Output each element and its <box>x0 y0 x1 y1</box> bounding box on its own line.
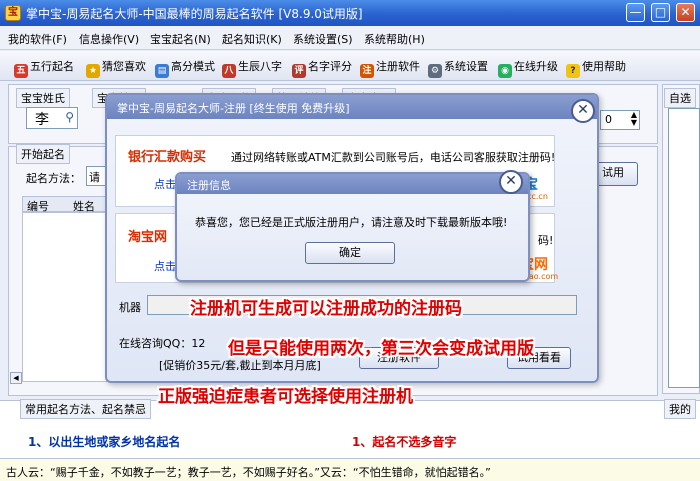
price-note: [促销价35元/套,截止到本月月底] <box>159 359 321 372</box>
minimize-button[interactable]: — <box>626 3 645 22</box>
toolbar: 五五行起名 ★ 猜您喜欢 ▤ 高分模式 八生辰八字 评名字评分 注注册软件 ⚙ 系统设… <box>0 51 700 81</box>
scroll-left-icon[interactable]: ◀ <box>10 372 22 384</box>
bank-text: 通过网络转账或ATM汇款到公司账号后，电话公司客服获取注册码! <box>231 151 556 164</box>
title-bar: 宝 掌中宝-周易起名大师-中国最棒的周易起名软件 [V8.9.0试用版] — □… <box>0 0 700 26</box>
tool-guess-like[interactable]: ★ 猜您喜欢 <box>86 58 146 78</box>
tool-high-score[interactable]: ▤ 高分模式 <box>155 58 215 78</box>
tool-label: 在线升级 <box>514 60 558 73</box>
qq-label: 在线咨询QQ：12 <box>119 335 205 351</box>
tool-online-upgrade[interactable]: ◉ 在线升级 <box>498 58 558 78</box>
overlay-line-3: 正版强迫症患者可选择使用注册机 <box>158 387 413 407</box>
tool-five-elements[interactable]: 五五行起名 <box>14 58 74 78</box>
tip-right: 1、起名不选多音字 <box>352 435 457 449</box>
time-value: 0 <box>605 113 612 126</box>
tool-register[interactable]: 注注册软件 <box>360 58 420 78</box>
side-label: 自选 <box>664 88 696 108</box>
taobao-title: 淘宝网 <box>128 230 168 245</box>
surname-value: 李 <box>35 112 49 128</box>
tool-name-score[interactable]: 评名字评分 <box>292 58 352 78</box>
app-icon: 宝 <box>5 5 21 21</box>
search-icon[interactable]: ⚲ <box>65 110 74 124</box>
machine-label: 机器 <box>119 301 141 314</box>
menu-system-help[interactable]: 系统帮助(H) <box>364 31 425 47</box>
register-icon: 注 <box>360 64 374 78</box>
qq-value: 12 <box>191 337 206 350</box>
close-button[interactable]: ✕ <box>676 3 695 22</box>
method-label: 起名方法： <box>26 172 81 185</box>
side-list[interactable] <box>668 108 700 388</box>
tool-settings[interactable]: ⚙ 系统设置 <box>428 58 488 78</box>
tool-help[interactable]: ? 使用帮助 <box>566 58 626 78</box>
tool-label: 系统设置 <box>444 60 488 73</box>
menu-naming-knowledge[interactable]: 起名知识(K) <box>222 31 282 47</box>
results-grid-header: 编号 姓名 <box>22 196 108 213</box>
tip-left: 1、以出生地或家乡地名起名 <box>28 435 181 449</box>
register-close-icon[interactable]: ✕ <box>571 99 595 123</box>
tool-label: 注册软件 <box>376 60 420 73</box>
overlay-line-1: 注册机可生成可以注册成功的注册码 <box>190 299 462 319</box>
globe-icon: ◉ <box>498 64 512 78</box>
calendar-icon: 八 <box>222 64 236 78</box>
info-message: 恭喜您，您已经是正式版注册用户，请注意及时下载最新版本哦! <box>195 216 508 229</box>
tool-label: 高分模式 <box>171 60 215 73</box>
tool-label: 猜您喜欢 <box>102 60 146 73</box>
maximize-button[interactable]: □ <box>651 3 670 22</box>
tool-birth-chart[interactable]: 八生辰八字 <box>222 58 282 78</box>
menu-info-ops[interactable]: 信息操作(V) <box>79 31 139 47</box>
time-input[interactable]: 0 ▲ ▼ <box>600 110 640 130</box>
surname-input[interactable]: 李 ⚲ <box>26 107 78 129</box>
menu-my-software[interactable]: 我的软件(F) <box>8 31 67 47</box>
taobao-link[interactable]: 点击 <box>154 258 176 274</box>
bank-title: 银行汇款购买 <box>128 150 207 165</box>
surname-label: 宝宝姓氏 <box>16 88 70 108</box>
tool-label: 使用帮助 <box>582 60 626 73</box>
tool-label: 生辰八字 <box>238 60 282 73</box>
tool-label: 名字评分 <box>308 60 352 73</box>
five-elements-icon: 五 <box>14 64 28 78</box>
spin-icon[interactable]: ▲ ▼ <box>631 111 637 127</box>
chart-icon: ▤ <box>155 64 169 78</box>
star-icon: ★ <box>86 64 100 78</box>
score-icon: 评 <box>292 64 306 78</box>
taobao-text: 码! <box>538 234 554 247</box>
tips-tab[interactable]: 常用起名方法、起名禁忌 <box>20 399 151 419</box>
register-dialog-title: 掌中宝-周易起名大师-注册 [终生使用 免费升级] <box>107 95 597 119</box>
my-tab[interactable]: 我的 <box>664 399 696 419</box>
info-dialog-title: 注册信息 <box>177 174 528 194</box>
menu-bar: 我的软件(F) 信息操作(V) 宝宝起名(N) 起名知识(K) 系统设置(S) … <box>0 26 700 50</box>
bank-link[interactable]: 点击 <box>154 176 176 192</box>
ok-button[interactable]: 确定 <box>305 242 395 264</box>
help-icon: ? <box>566 64 580 78</box>
info-close-icon[interactable]: ✕ <box>499 170 523 194</box>
qq-label-text: 在线咨询QQ： <box>119 337 192 350</box>
tool-label: 五行起名 <box>30 60 74 73</box>
menu-baby-naming[interactable]: 宝宝起名(N) <box>150 31 211 47</box>
window-title: 掌中宝-周易起名大师-中国最棒的周易起名软件 [V8.9.0试用版] <box>26 7 363 21</box>
tips-area: 常用起名方法、起名禁忌 我的 1、以出生地或家乡地名起名 1、起名不选多音字 <box>0 399 700 458</box>
status-bar: 古人云：“赐子千金，不如教子一艺；教子一艺，不如赐子好名。”又云：“不怕生错命，… <box>0 458 700 481</box>
overlay-line-2: 但是只能使用两次，第三次会变成试用版 <box>228 339 534 359</box>
results-grid[interactable] <box>22 212 108 382</box>
settings-icon: ⚙ <box>428 64 442 78</box>
start-naming-label: 开始起名 <box>16 144 70 164</box>
info-dialog: 注册信息 ✕ 恭喜您，您已经是正式版注册用户，请注意及时下载最新版本哦! 确定 <box>175 170 530 282</box>
menu-system-settings[interactable]: 系统设置(S) <box>293 31 353 47</box>
